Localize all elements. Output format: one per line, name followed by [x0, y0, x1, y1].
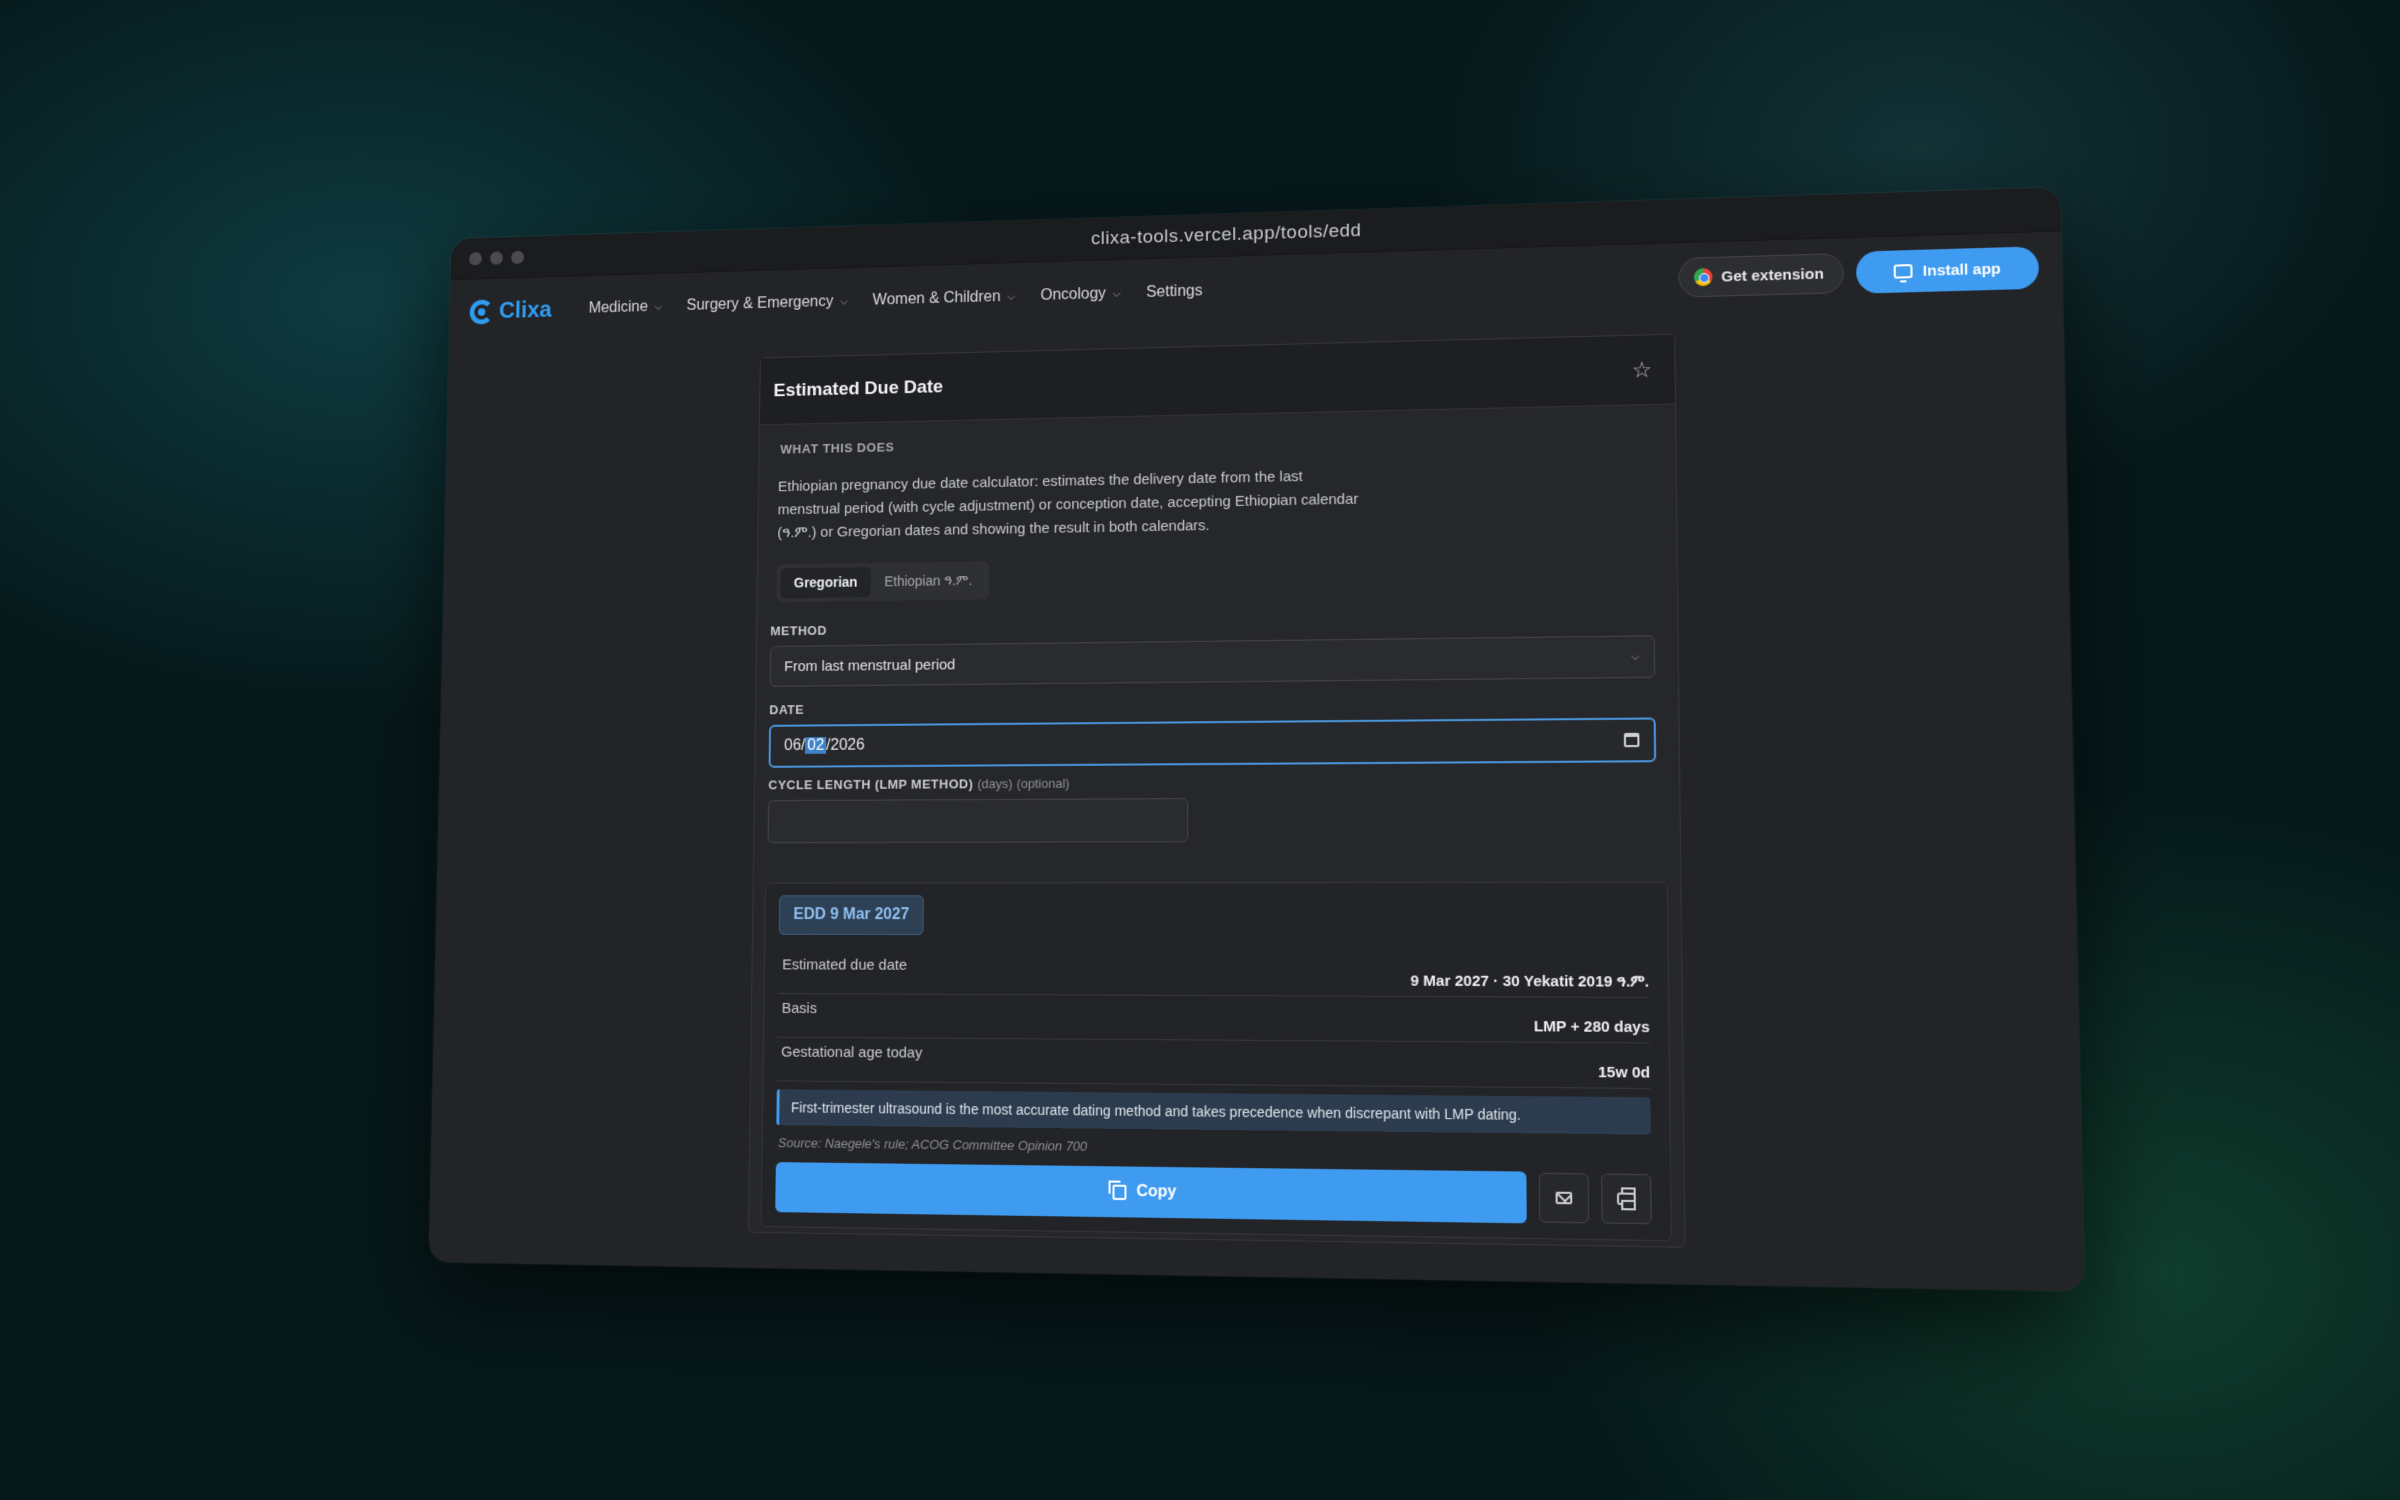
chevron-down-icon: ⌵ [1112, 287, 1121, 300]
nav-item-label: Surgery & Emergency [686, 293, 834, 314]
date-month-segment[interactable]: 06 [784, 737, 801, 754]
copy-button-label: Copy [1136, 1182, 1177, 1201]
cycle-length-unit: (days) [977, 776, 1013, 792]
result-row-value: LMP + 280 days [1533, 1018, 1650, 1037]
nav-item-women-children[interactable]: Women & Children ⌵ [873, 288, 1016, 309]
nav-item-label: Oncology [1040, 285, 1106, 304]
printer-icon [1616, 1192, 1636, 1206]
get-extension-button[interactable]: Get extension [1677, 253, 1844, 298]
method-select-value: From last menstrual period [784, 656, 956, 675]
nav-item-settings[interactable]: Settings [1146, 283, 1203, 302]
page-title: Estimated Due Date [773, 376, 944, 401]
card-body: WHAT THIS DOES Ethiopian pregnancy due d… [749, 405, 1684, 1242]
result-row-label: Estimated due date [782, 956, 907, 974]
tab-gregorian[interactable]: Gregorian [780, 566, 872, 599]
window-controls [468, 250, 525, 266]
print-button[interactable] [1601, 1173, 1652, 1225]
cycle-length-label: CYCLE LENGTH (LMP METHOD) (days) (option… [768, 772, 1656, 792]
nav-item-medicine[interactable]: Medicine ⌵ [588, 298, 662, 317]
date-input-value: 06/02/2026 [783, 736, 865, 755]
clixa-logo-icon [469, 299, 494, 325]
calendar-icon[interactable] [1623, 732, 1640, 748]
email-button[interactable] [1538, 1172, 1590, 1224]
date-day-segment[interactable]: 02 [805, 737, 827, 754]
monitor-download-icon [1893, 264, 1913, 279]
nav-item-label: Women & Children [872, 288, 1001, 309]
cycle-length-label-text: CYCLE LENGTH (LMP METHOD) [768, 776, 974, 793]
copy-button[interactable]: Copy [775, 1162, 1527, 1224]
result-row-label: Basis [781, 999, 818, 1018]
cycle-length-input[interactable] [767, 798, 1189, 844]
cycle-length-optional: (optional) [1016, 775, 1070, 791]
chevron-down-icon: ⌵ [1007, 290, 1016, 303]
date-input[interactable]: 06/02/2026 [768, 717, 1657, 768]
address-bar[interactable]: clixa-tools.vercel.app/tools/edd [1091, 220, 1361, 250]
favorite-star-icon[interactable]: ☆ [1632, 357, 1652, 383]
logo[interactable]: Clixa [469, 296, 552, 326]
install-app-button[interactable]: Install app [1855, 246, 2040, 294]
chevron-down-icon: ⌵ [654, 300, 663, 313]
maximize-window-dot[interactable] [510, 250, 525, 265]
tab-ethiopian[interactable]: Ethiopian ዓ.ም. [871, 565, 986, 597]
copy-icon [1112, 1184, 1127, 1200]
date-label: DATE [769, 702, 805, 718]
result-row-due-date: Estimated due date 9 Mar 2027 · 30 Yekat… [778, 950, 1650, 999]
chevron-down-icon: ⌵ [840, 295, 849, 308]
browser-window: clixa-tools.vercel.app/tools/edd Clixa M… [428, 187, 2085, 1292]
result-row-value: 9 Mar 2027 · 30 Yekatit 2019 ዓ.ም. [1410, 972, 1650, 991]
method-label: METHOD [770, 622, 827, 639]
mail-icon [1555, 1191, 1573, 1205]
result-panel: EDD 9 Mar 2027 Estimated due date 9 Mar … [760, 881, 1672, 1242]
method-select[interactable]: From last menstrual period ⌵ [769, 635, 1656, 687]
ultrasound-note: First-trimester ultrasound is the most a… [776, 1089, 1651, 1135]
logo-text: Clixa [498, 296, 552, 324]
edd-badge: EDD 9 Mar 2027 [778, 895, 924, 935]
result-row-label: Gestational age today [781, 1043, 923, 1062]
install-app-label: Install app [1922, 260, 2001, 280]
close-window-dot[interactable] [468, 251, 483, 266]
chrome-icon [1693, 267, 1713, 287]
result-row-basis: Basis LMP + 280 days [777, 994, 1650, 1044]
get-extension-label: Get extension [1721, 265, 1824, 286]
nav-item-label: Settings [1146, 282, 1203, 301]
tool-description: Ethiopian pregnancy due date calculator:… [777, 468, 1359, 542]
calendar-toggle: Gregorian Ethiopian ዓ.ም. [776, 561, 990, 603]
result-row-value: 15w 0d [1597, 1063, 1651, 1082]
nav-item-surgery-emergency[interactable]: Surgery & Emergency ⌵ [686, 293, 848, 315]
date-year-segment[interactable]: 2026 [830, 737, 864, 754]
nav-item-label: Medicine [588, 298, 649, 317]
chevron-down-icon: ⌵ [1630, 650, 1640, 663]
result-actions: Copy [775, 1162, 1652, 1225]
result-row-gestational-age: Gestational age today 15w 0d [776, 1037, 1651, 1089]
nav-item-oncology[interactable]: Oncology ⌵ [1040, 285, 1120, 305]
minimize-window-dot[interactable] [489, 251, 504, 265]
edd-tool-card: Estimated Due Date ☆ WHAT THIS DOES Ethi… [747, 333, 1686, 1248]
what-this-does-label: WHAT THIS DOES [780, 439, 895, 457]
source-citation: Source: Naegele's rule; ACOG Committee O… [777, 1135, 1088, 1154]
